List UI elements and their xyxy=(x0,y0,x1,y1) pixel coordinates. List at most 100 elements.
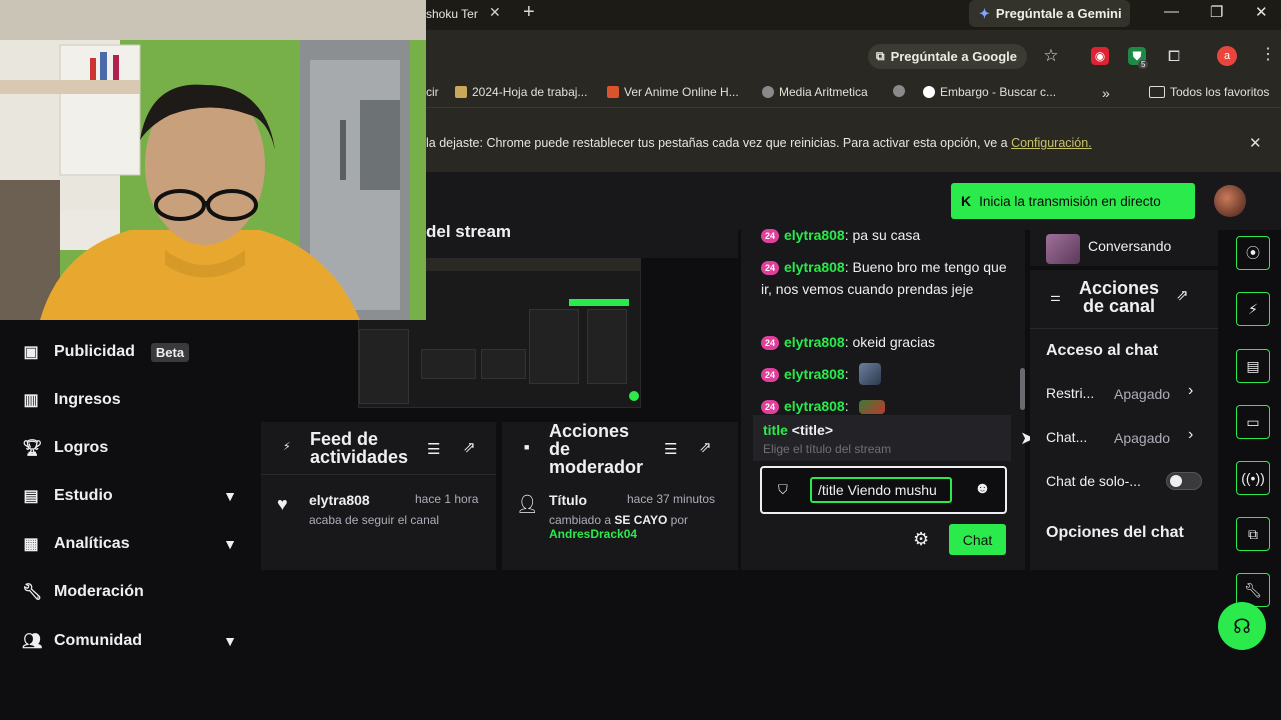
window-close-icon[interactable]: ✕ xyxy=(1255,3,1268,21)
chat-setting-value: Apagado xyxy=(1114,430,1171,446)
browser-menu-icon[interactable]: ⋮ xyxy=(1260,44,1276,64)
raid-icon[interactable]: ⧉ xyxy=(1236,517,1270,551)
chat-text: : pa su casa xyxy=(844,227,921,243)
chat-scrollbar[interactable] xyxy=(1020,368,1025,410)
sidebar-item-analiticas[interactable]: ▦ Analíticas ▼ xyxy=(22,534,237,554)
lightning-icon: ⚡︎ xyxy=(283,441,291,453)
moderator-name[interactable]: AndresDrack04 xyxy=(549,527,637,541)
extensions-puzzle-icon[interactable]: ⧠ xyxy=(1165,47,1183,65)
studio-icon: ▤ xyxy=(23,488,39,505)
broadcast-signal-icon[interactable]: ((•)) xyxy=(1236,461,1270,495)
bookmark-item[interactable] xyxy=(893,85,905,97)
sidebar-item-label: Comunidad xyxy=(54,632,142,649)
settings-link[interactable]: Configuración. xyxy=(1011,136,1092,150)
sidebar-item-moderacion[interactable]: 🔧︎ Moderación xyxy=(22,582,237,602)
popout-icon[interactable]: ⇗ xyxy=(699,438,712,456)
chat-bubble-icon[interactable]: ▭ xyxy=(1236,405,1270,439)
sidebar-item-estudio[interactable]: ▤ Estudio ▼ xyxy=(22,486,237,506)
thumbnail-go-live xyxy=(569,299,629,306)
chat-input[interactable]: /title Viendo mushu xyxy=(810,477,952,503)
new-title-value: SE CAYO xyxy=(614,513,668,527)
command-suggestion[interactable]: title <title> Elige el título del stream xyxy=(753,415,1011,461)
clip-icon[interactable]: ⦿ xyxy=(1236,236,1270,270)
stream-category[interactable]: Conversando xyxy=(1088,238,1171,254)
chat-settings-gear-icon[interactable]: ⚙ xyxy=(913,529,929,550)
shield-icon[interactable]: ⛉ xyxy=(778,482,788,498)
sidebar-item-label: Publicidad xyxy=(54,343,135,360)
chat-setting-label[interactable]: Chat... xyxy=(1046,429,1087,445)
sidebar-item-logros[interactable]: 🏆︎ Logros xyxy=(22,438,237,458)
profile-avatar[interactable]: a xyxy=(1217,46,1237,66)
chat-send-button[interactable]: Chat xyxy=(949,524,1006,555)
tab-title[interactable]: shoku Ter xyxy=(426,7,478,21)
bookmark-item[interactable]: Ver Anime Online H... xyxy=(607,85,739,99)
doc-icon xyxy=(455,86,467,98)
bookmark-item[interactable]: Media Aritmetica xyxy=(762,85,868,99)
maximize-icon[interactable]: ❐ xyxy=(1210,3,1223,21)
thumbnail-panel xyxy=(421,349,476,379)
more-bookmarks-icon[interactable]: » xyxy=(1102,85,1110,101)
stream-preview-title: del stream xyxy=(426,222,512,241)
chevron-right-icon[interactable]: › xyxy=(1188,382,1193,400)
wrench-icon: 🔧︎ xyxy=(22,584,43,601)
chat-access-heading: Acceso al chat xyxy=(1046,342,1159,359)
chevron-right-icon[interactable]: › xyxy=(1188,426,1193,444)
thumbnail-chat xyxy=(529,309,579,384)
user-avatar[interactable] xyxy=(1214,185,1246,217)
chat-username[interactable]: elytra808 xyxy=(784,398,845,414)
sidebar-item-label: Analíticas xyxy=(54,535,130,552)
chat-username[interactable]: elytra808 xyxy=(784,366,845,382)
notes-icon[interactable]: ▤ xyxy=(1236,349,1270,383)
help-headset-icon[interactable]: ☊ xyxy=(1218,602,1266,650)
filter-icon[interactable]: ☰ xyxy=(664,440,677,458)
ask-gemini-button[interactable]: ✦ Pregúntale a Gemini xyxy=(969,0,1130,27)
chat-username[interactable]: elytra808 xyxy=(784,334,845,350)
all-bookmarks-folder[interactable]: Todos los favoritos xyxy=(1149,85,1269,99)
feed-description: acaba de seguir el canal xyxy=(309,513,440,527)
suggestion-description: Elige el título del stream xyxy=(763,442,892,456)
chat-username[interactable]: elytra808 xyxy=(784,227,845,243)
infobar-close-icon[interactable]: ✕ xyxy=(1249,134,1262,152)
popout-icon[interactable]: ⇗ xyxy=(1176,286,1189,304)
title-line: de xyxy=(549,439,571,459)
emoji-icon[interactable]: ☻ xyxy=(974,480,991,498)
lightning-icon[interactable]: ⚡︎ xyxy=(1236,292,1270,326)
chat-username[interactable]: elytra808 xyxy=(784,259,845,275)
bookmark-label: cir xyxy=(426,85,439,99)
community-icon: 👥︎ xyxy=(22,633,43,650)
star-bookmark-icon[interactable]: ☆ xyxy=(1042,46,1060,65)
tab-close-icon[interactable]: ✕ xyxy=(489,4,501,21)
go-live-button[interactable]: K Inicia la transmisión en directo xyxy=(951,183,1195,219)
bookmark-item[interactable]: 2024-Hoja de trabaj... xyxy=(455,85,587,99)
extension-record-icon[interactable]: ◉ xyxy=(1091,47,1109,65)
filter-icon[interactable]: ☰ xyxy=(427,440,440,458)
new-tab-icon[interactable]: + xyxy=(523,1,535,24)
chat-options-heading[interactable]: Opciones del chat xyxy=(1046,524,1184,542)
sidebar-item-publicidad[interactable]: ▣ Publicidad Beta xyxy=(22,342,237,362)
folder-icon xyxy=(1149,86,1165,98)
restrict-setting-label[interactable]: Restri... xyxy=(1046,385,1094,401)
emote-only-toggle[interactable] xyxy=(1166,472,1202,490)
feed-username[interactable]: elytra808 xyxy=(309,492,370,508)
thumbnail-actions xyxy=(587,309,627,384)
chevron-down-icon: ▼ xyxy=(223,536,237,552)
ask-google-label: Pregúntale a Google xyxy=(890,49,1017,64)
revenue-icon: ▥ xyxy=(23,392,39,409)
sidebar-item-ingresos[interactable]: ▥ Ingresos xyxy=(22,390,237,410)
bookmark-label: Ver Anime Online H... xyxy=(624,85,739,99)
bookmark-item[interactable]: Embargo - Buscar c... xyxy=(923,85,1056,99)
bookmark-item[interactable]: cir xyxy=(426,85,439,99)
screen: { "browser": { "tab_title": "shoku Ter",… xyxy=(0,0,1281,720)
ask-google-button[interactable]: ⧉ Pregúntale a Google xyxy=(868,44,1027,69)
sidebar-item-comunidad[interactable]: 👥︎ Comunidad ▼ xyxy=(22,631,237,651)
stream-info-card: Conversando xyxy=(1030,230,1218,266)
feed-timestamp: hace 1 hora xyxy=(415,492,479,506)
chat-message: 24 elytra808: Bueno bro me tengo que ir, … xyxy=(761,256,1011,300)
anime-site-icon xyxy=(607,86,619,98)
actions-icon: ⚌ xyxy=(1050,290,1061,304)
activity-feed-title: Feed de actividades xyxy=(310,430,408,466)
minimize-icon[interactable]: — xyxy=(1164,3,1179,20)
popout-icon[interactable]: ⇗ xyxy=(463,438,476,456)
ad-icon: ▣ xyxy=(23,344,39,361)
sub-badge: 24 xyxy=(761,400,779,414)
